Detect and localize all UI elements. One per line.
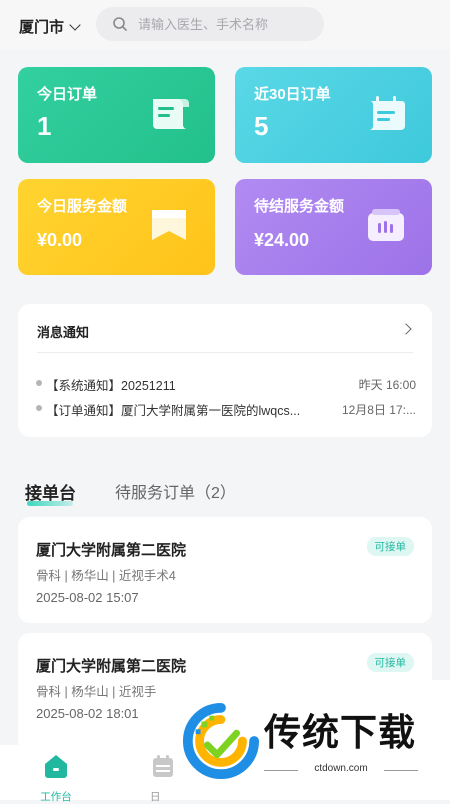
order-time: 2025-08-02 15:07 [36,590,139,605]
document-scroll-icon [153,99,189,129]
calendar-icon [153,755,173,777]
stat-label: 今日订单 [37,86,98,103]
stat-card-30day-orders[interactable]: 近30日订单 5 [235,67,432,163]
stat-value: ¥0.00 [37,230,83,250]
stat-value: ¥24.00 [254,230,310,250]
status-badge: 可接单 [366,653,414,672]
stat-card-today-orders[interactable]: 今日订单 1 [18,67,215,163]
wallet-bars-icon [368,209,404,241]
stat-card-today-amount[interactable]: 今日服务金额 ¥0.00 [18,179,215,275]
bullet-dot-icon [36,405,42,411]
status-badge: 可接单 [366,537,414,556]
tab-order-desk[interactable]: 接单台 [25,479,76,504]
chevron-down-icon [69,18,81,31]
notice-time: 昨天 16:00 [358,378,416,392]
city-label: 厦门市 [19,19,65,36]
notice-item[interactable]: 【订单通知】厦门大学附属第一医院的lwqcs... 12月8日 17:... [36,399,416,419]
order-meta: 骨科 | 杨华山 | 近视手术4 [36,569,176,583]
order-meta: 骨科 | 杨华山 | 近视手 [36,685,157,699]
stat-label: 近30日订单 [254,86,331,103]
nav-label: 工作台 [40,791,72,803]
hospital-name: 厦门大学附属第二医院 [36,542,187,559]
home-icon [45,755,67,778]
envelope-flag-icon [152,210,186,240]
stat-label: 待结服务金额 [254,198,345,215]
order-time: 2025-08-02 18:01 [36,706,139,721]
stat-value: 1 [37,111,52,141]
watermark-url: ctdown.com [314,763,368,774]
stat-card-pending-amount[interactable]: 待结服务金额 ¥24.00 [235,179,432,275]
watermark-text: 传统下载 [264,712,416,753]
search-icon [113,17,127,31]
city-selector[interactable]: 厦门市 [19,16,81,37]
search-input[interactable] [138,16,308,32]
notice-text: 【订单通知】厦门大学附属第一医院的lwqcs... [46,404,301,418]
search-bar[interactable] [96,7,324,41]
notice-card[interactable]: 消息通知 【系统通知】20251211 昨天 16:00 【订单通知】厦门大学附… [18,304,432,437]
hospital-name: 厦门大学附属第二医院 [36,658,187,675]
notice-text: 【系统通知】20251211 [46,379,176,393]
stat-label: 今日服务金额 [37,198,128,215]
notice-title: 消息通知 [37,325,90,340]
watermark-overlay: 传统下载 ctdown.com [178,680,450,800]
notice-time: 12月8日 17:... [341,403,416,417]
bullet-dot-icon [36,380,42,386]
nav-item-workbench[interactable]: 工作台 [26,753,86,804]
tab-pending-orders[interactable]: 待服务订单（2） [115,479,236,503]
order-card[interactable]: 厦门大学附属第二医院 可接单 骨科 | 杨华山 | 近视手术4 2025-08-… [18,517,432,623]
notice-item[interactable]: 【系统通知】20251211 昨天 16:00 [36,374,416,394]
calendar-list-icon [369,96,405,130]
ctdown-logo-icon [182,702,260,780]
stat-value: 5 [254,111,269,141]
top-bar: 厦门市 [0,0,450,50]
chevron-right-icon[interactable] [400,323,412,335]
divider [37,352,413,353]
order-tabs: 接单台 待服务订单（2） [25,477,425,507]
